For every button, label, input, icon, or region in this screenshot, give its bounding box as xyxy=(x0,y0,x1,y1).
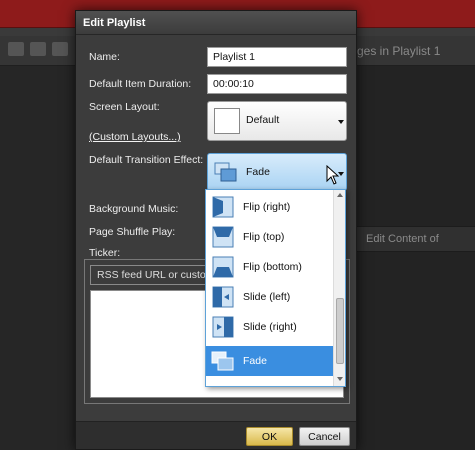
list-item-label: Fade xyxy=(243,355,267,367)
custom-layouts-link[interactable]: (Custom Layouts...) xyxy=(89,131,181,143)
transition-effect-dropdown: Flip (right) Flip (top) Flip (bottom) Sl… xyxy=(205,189,346,387)
fade-icon xyxy=(214,162,237,182)
chevron-down-icon xyxy=(338,120,344,124)
list-item-label: Flip (right) xyxy=(243,201,291,213)
slide-right-icon xyxy=(212,316,234,338)
flip-top-icon xyxy=(212,226,234,248)
list-item-label: Flip (top) xyxy=(243,231,285,243)
list-item-label: Slide (right) xyxy=(243,321,297,333)
transition-label: Default Transition Effect: xyxy=(89,154,204,166)
list-item-fade[interactable]: Fade xyxy=(206,346,333,376)
list-item-slide-left[interactable]: Slide (left) xyxy=(206,282,333,312)
screen-layout-value: Default xyxy=(246,114,280,126)
flip-right-icon xyxy=(212,196,234,218)
scroll-down-arrow-icon[interactable] xyxy=(337,377,343,381)
ok-button[interactable]: OK xyxy=(246,427,293,446)
list-item-slide-right[interactable]: Slide (right) xyxy=(206,312,333,342)
dialog-title: Edit Playlist xyxy=(76,11,356,35)
scroll-up-arrow-icon[interactable] xyxy=(337,193,343,197)
transition-effect-value: Fade xyxy=(246,166,270,178)
slide-left-icon xyxy=(212,286,234,308)
ticker-label: Ticker: xyxy=(89,247,121,259)
toolbar-icon[interactable] xyxy=(30,42,46,56)
fade-icon xyxy=(211,351,234,371)
screen-layout-label: Screen Layout: xyxy=(89,101,160,113)
background-music-label: Background Music: xyxy=(89,203,179,215)
dropdown-scrollbar[interactable] xyxy=(333,190,345,386)
background-right-pane xyxy=(357,66,475,450)
background-left-pane xyxy=(0,66,75,450)
background-right-header-label: Edit Content of xyxy=(366,233,439,245)
mouse-cursor-icon xyxy=(326,165,340,185)
list-item-flip-bottom[interactable]: Flip (bottom) xyxy=(206,252,333,282)
list-item-flip-right[interactable]: Flip (right) xyxy=(206,192,333,222)
list-item-label: Flip (bottom) xyxy=(243,261,302,273)
toolbar-icon[interactable] xyxy=(8,42,24,56)
list-item-flip-top[interactable]: Flip (top) xyxy=(206,222,333,252)
name-label: Name: xyxy=(89,51,120,63)
scrollbar-thumb[interactable] xyxy=(336,298,344,364)
page-shuffle-label: Page Shuffle Play: xyxy=(89,226,176,238)
name-field[interactable]: Playlist 1 xyxy=(207,47,347,67)
dialog-footer: OK Cancel xyxy=(76,421,356,449)
toolbar-icon[interactable] xyxy=(52,42,68,56)
background-page-title: ges in Playlist 1 xyxy=(357,44,441,58)
flip-bottom-icon xyxy=(212,256,234,278)
duration-label: Default Item Duration: xyxy=(89,78,192,90)
layout-preview-thumbnail xyxy=(214,108,240,134)
list-item-label: Slide (left) xyxy=(243,291,291,303)
cancel-button[interactable]: Cancel xyxy=(299,427,350,446)
screen-layout-combo[interactable]: Default xyxy=(207,101,347,141)
duration-field[interactable]: 00:00:10 xyxy=(207,74,347,94)
